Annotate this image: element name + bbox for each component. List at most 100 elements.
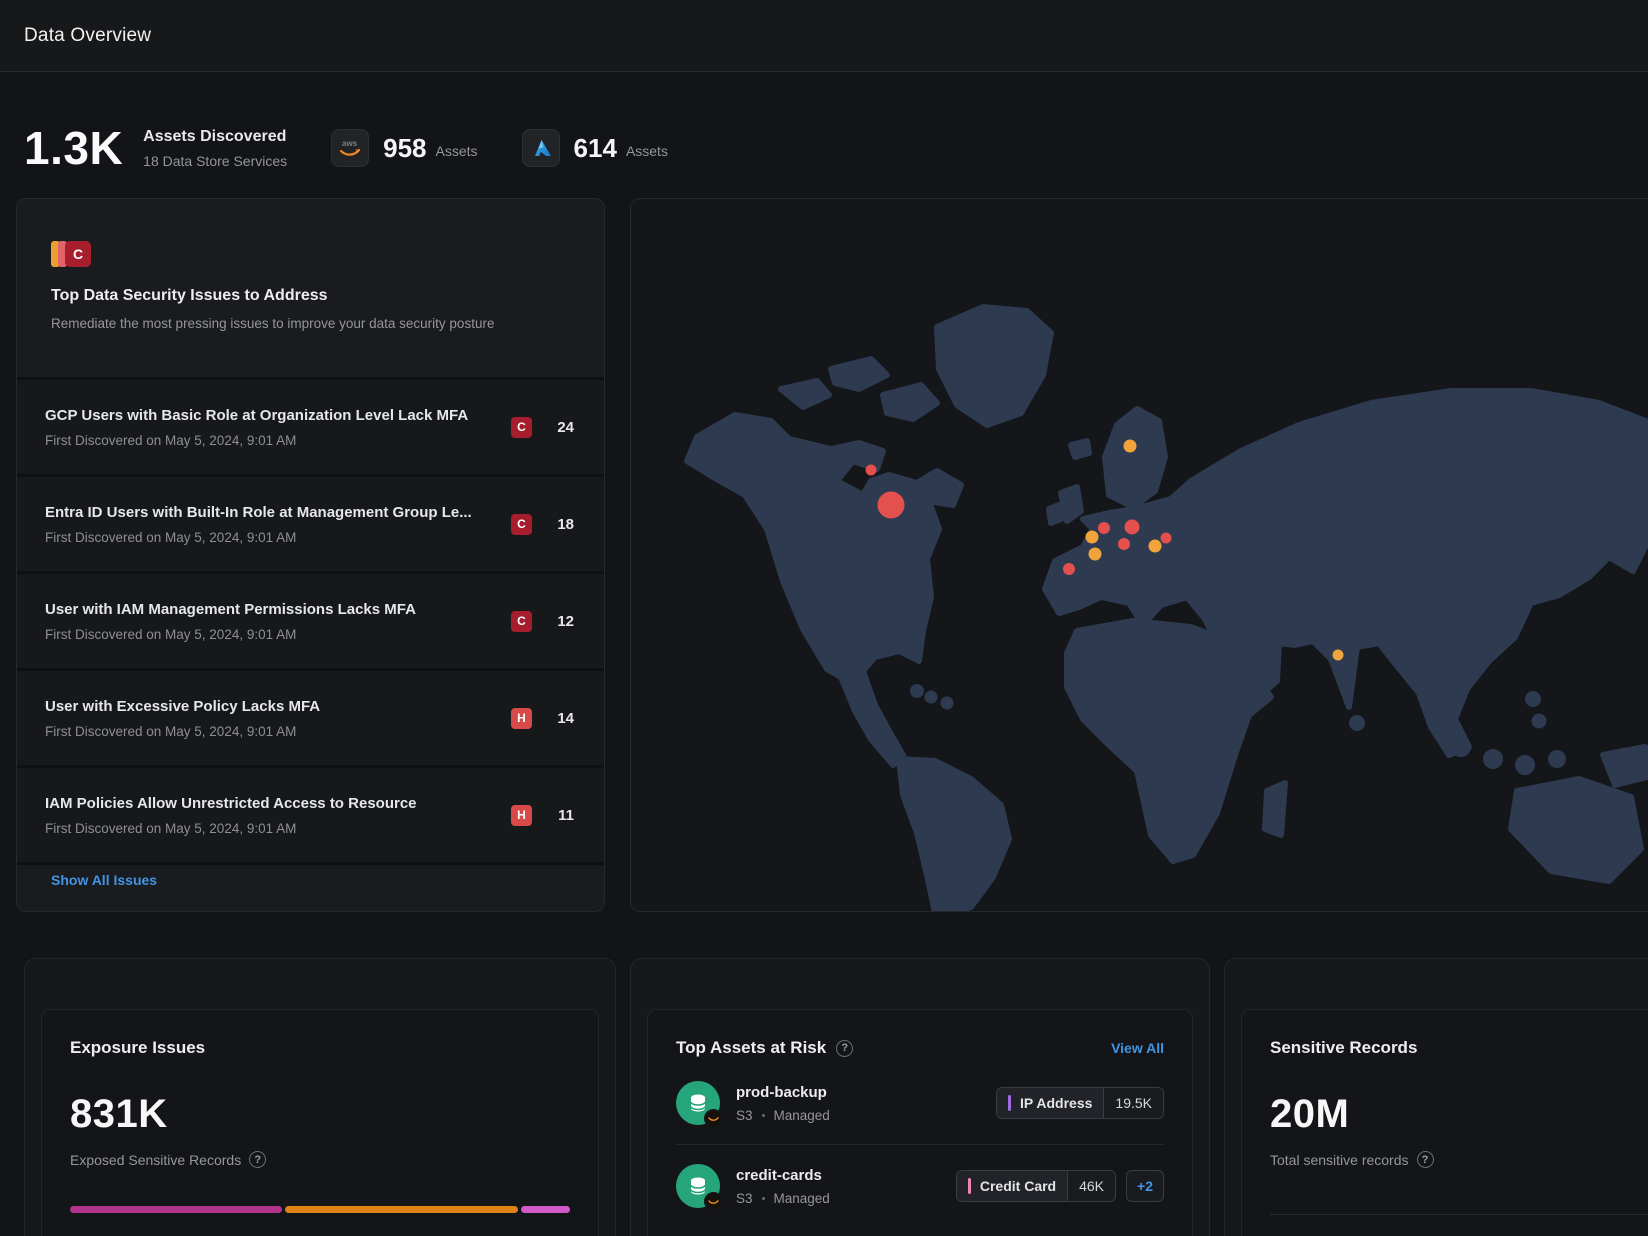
sensitive-records-card: Sensitive Records 20M Total sensitive re… <box>1241 1009 1648 1236</box>
severity-badge: C <box>511 611 532 632</box>
issue-row[interactable]: Entra ID Users with Built-In Role at Man… <box>17 474 604 571</box>
azure-assets-unit: Assets <box>626 143 668 159</box>
azure-icon <box>522 129 560 167</box>
asset-rows: prod-backup S3 Managed IP Address 19.5K <box>676 1062 1164 1227</box>
map-marker-red[interactable] <box>866 465 877 476</box>
severity-badge: H <box>511 708 532 729</box>
more-tags-button[interactable]: +2 <box>1126 1170 1164 1202</box>
page-title: Data Overview <box>24 25 151 47</box>
issue-count: 11 <box>548 807 574 824</box>
exposure-segment <box>521 1206 570 1213</box>
dot-separator <box>762 1197 765 1200</box>
aws-mini-badge-icon <box>704 1192 723 1211</box>
stats-row: 1.3K Assets Discovered 18 Data Store Ser… <box>0 72 1648 198</box>
exposure-distribution-bar <box>70 1206 570 1213</box>
issue-title: GCP Users with Basic Role at Organizatio… <box>45 407 485 424</box>
asset-row[interactable]: credit-cards S3 Managed Credit Card 46K … <box>676 1145 1164 1227</box>
top-assets-outer-panel: Top Assets at Risk ? View All <box>630 958 1210 1236</box>
exposure-issues-card: Exposure Issues 831K Exposed Sensitive R… <box>41 1009 599 1236</box>
issue-row[interactable]: GCP Users with Basic Role at Organizatio… <box>17 377 604 474</box>
exposure-help-icon[interactable]: ? <box>249 1151 266 1168</box>
map-marker-red[interactable] <box>1063 563 1075 575</box>
severity-badge: C <box>511 417 532 438</box>
tag-color-bar <box>968 1178 971 1194</box>
view-all-link[interactable]: View All <box>1111 1040 1164 1056</box>
sensitive-records-label: Total sensitive records <box>1270 1152 1409 1168</box>
tag-color-bar <box>1008 1095 1011 1111</box>
issue-count: 24 <box>548 419 574 436</box>
severity-badge: C <box>511 514 532 535</box>
issues-footer: Show All Issues <box>17 862 604 895</box>
divider <box>1270 1214 1648 1215</box>
assets-discovered-label: Assets Discovered <box>143 128 287 146</box>
issues-panel-title: Top Data Security Issues to Address <box>51 287 570 305</box>
asset-status: Managed <box>774 1108 830 1123</box>
azure-provider-stat: 614 Assets <box>522 129 668 167</box>
sensitivity-tag: IP Address 19.5K <box>996 1087 1164 1119</box>
asset-name: credit-cards <box>736 1167 830 1184</box>
issues-panel-subtitle: Remediate the most pressing issues to im… <box>51 316 570 331</box>
issue-first-discovered: First Discovered on May 5, 2024, 9:01 AM <box>45 821 511 836</box>
aws-mini-badge-icon <box>704 1109 723 1128</box>
issue-row[interactable]: IAM Policies Allow Unrestricted Access t… <box>17 765 604 862</box>
tag-value: 19.5K <box>1103 1088 1163 1118</box>
exposed-records-label: Exposed Sensitive Records <box>70 1152 241 1168</box>
issue-count: 14 <box>548 710 574 727</box>
aws-assets-count: 958 <box>383 133 426 164</box>
issue-row[interactable]: User with Excessive Policy Lacks MFA Fir… <box>17 668 604 765</box>
map-marker-orange[interactable] <box>1124 440 1137 453</box>
issue-first-discovered: First Discovered on May 5, 2024, 9:01 AM <box>45 433 511 448</box>
top-issues-panel: C Top Data Security Issues to Address Re… <box>16 198 605 912</box>
exposure-segment <box>70 1206 282 1213</box>
map-marker-orange[interactable] <box>1333 650 1344 661</box>
issue-count: 12 <box>548 613 574 630</box>
map-landmass <box>687 307 1648 912</box>
asset-service: S3 <box>736 1191 753 1206</box>
world-map-panel <box>630 198 1648 912</box>
tag-value: 46K <box>1067 1171 1115 1201</box>
map-marker-red[interactable] <box>1118 538 1130 550</box>
show-all-issues-link[interactable]: Show All Issues <box>51 872 157 888</box>
exposure-issues-title: Exposure Issues <box>70 1038 205 1058</box>
map-marker-red[interactable] <box>1161 533 1172 544</box>
top-assets-card: Top Assets at Risk ? View All <box>647 1009 1193 1236</box>
asset-service: S3 <box>736 1108 753 1123</box>
map-marker-red[interactable] <box>1098 522 1110 534</box>
sensitive-records-title: Sensitive Records <box>1270 1038 1417 1058</box>
tag-label: Credit Card <box>980 1178 1056 1194</box>
top-assets-help-icon[interactable]: ? <box>836 1040 853 1057</box>
top-header: Data Overview <box>0 0 1648 72</box>
top-assets-title: Top Assets at Risk <box>676 1038 826 1058</box>
aws-icon: aws <box>331 129 369 167</box>
issue-first-discovered: First Discovered on May 5, 2024, 9:01 AM <box>45 627 511 642</box>
map-marker-orange[interactable] <box>1086 531 1099 544</box>
issue-count: 18 <box>548 516 574 533</box>
issue-title: User with IAM Management Permissions Lac… <box>45 601 485 618</box>
world-map <box>631 199 1648 912</box>
dot-separator <box>762 1114 765 1117</box>
issue-title: User with Excessive Policy Lacks MFA <box>45 698 485 715</box>
issue-title: IAM Policies Allow Unrestricted Access t… <box>45 795 485 812</box>
asset-name: prod-backup <box>736 1084 830 1101</box>
severity-stack-icon: C <box>51 241 570 267</box>
sensitive-records-outer-panel: Sensitive Records 20M Total sensitive re… <box>1224 958 1648 1236</box>
issues-list: GCP Users with Basic Role at Organizatio… <box>17 377 604 862</box>
sensitive-records-help-icon[interactable]: ? <box>1417 1151 1434 1168</box>
issue-title: Entra ID Users with Built-In Role at Man… <box>45 504 485 521</box>
asset-avatar <box>676 1081 720 1125</box>
severity-badge: H <box>511 805 532 826</box>
tag-label: IP Address <box>1020 1095 1092 1111</box>
map-marker-red[interactable] <box>1125 520 1140 535</box>
asset-row[interactable]: prod-backup S3 Managed IP Address 19.5K <box>676 1062 1164 1145</box>
sensitivity-tag: Credit Card 46K <box>956 1170 1116 1202</box>
aws-provider-stat: aws 958 Assets <box>331 129 477 167</box>
issue-row[interactable]: User with IAM Management Permissions Lac… <box>17 571 604 668</box>
svg-text:aws: aws <box>342 139 358 148</box>
exposure-segment <box>285 1206 517 1213</box>
map-marker-orange[interactable] <box>1149 540 1162 553</box>
map-marker-orange[interactable] <box>1089 548 1102 561</box>
assets-discovered-count: 1.3K <box>24 121 123 175</box>
asset-avatar <box>676 1164 720 1208</box>
exposure-issues-outer-panel: Exposure Issues 831K Exposed Sensitive R… <box>24 958 616 1236</box>
map-marker-red[interactable] <box>878 492 905 519</box>
